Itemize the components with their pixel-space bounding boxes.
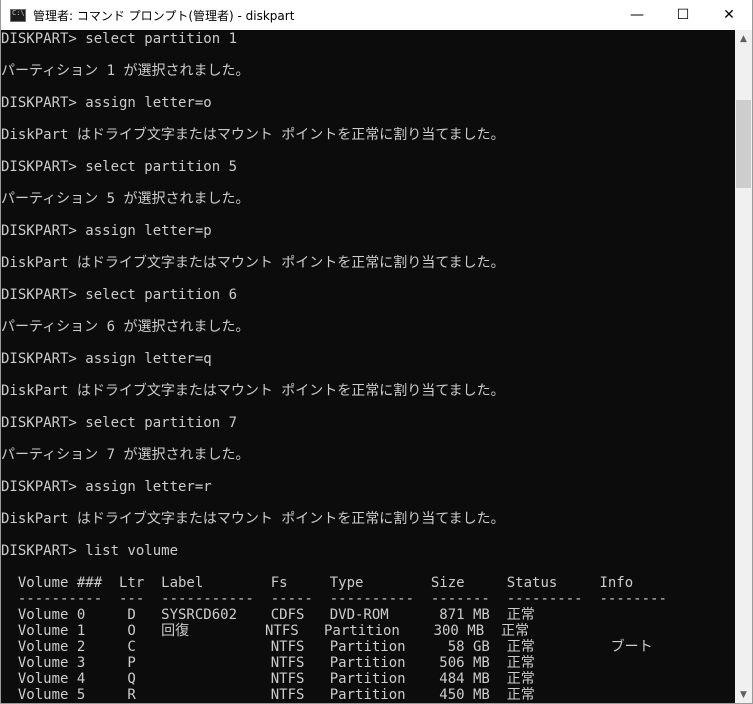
console-line: Volume 1 O 回復 NTFS Partition 300 MB 正常 (1, 623, 530, 639)
window-controls: — ☐ ✕ (614, 0, 752, 30)
console-line: Volume 2 C NTFS Partition 58 GB 正常 ブート (1, 639, 653, 655)
title-bar[interactable]: 管理者: コマンド プロンプト(管理者) - diskpart — ☐ ✕ (1, 0, 752, 30)
console-line: DiskPart はドライブ文字またはマウント ポイントを正常に割り当てました。 (1, 511, 505, 527)
console-line: DISKPART> assign letter=o (1, 95, 212, 111)
console-line: DISKPART> select partition 5 (1, 159, 238, 175)
console-line: DISKPART> select partition 1 (1, 31, 238, 47)
close-button[interactable]: ✕ (706, 0, 752, 30)
console-line: DISKPART> assign letter=q (1, 351, 212, 367)
console-line: Volume 5 R NTFS Partition 450 MB 正常 (1, 687, 535, 703)
console-line: Volume 4 Q NTFS Partition 484 MB 正常 (1, 671, 535, 687)
scroll-up-arrow-icon[interactable]: ▲ (735, 30, 752, 47)
console-line: DISKPART> assign letter=r (1, 479, 212, 495)
minimize-button[interactable]: — (614, 0, 660, 30)
console-line: Volume 3 P NTFS Partition 506 MB 正常 (1, 655, 535, 671)
window-title: 管理者: コマンド プロンプト(管理者) - diskpart (33, 8, 295, 23)
scroll-down-arrow-icon[interactable]: ▼ (735, 686, 752, 703)
console-line: DiskPart はドライブ文字またはマウント ポイントを正常に割り当てました。 (1, 127, 505, 143)
console-line: パーティション 6 が選択されました。 (1, 319, 250, 335)
console-window: 管理者: コマンド プロンプト(管理者) - diskpart — ☐ ✕ DI… (0, 0, 753, 704)
console-icon[interactable] (10, 8, 26, 22)
console-line: Volume ### Ltr Label Fs Type Size Status… (1, 575, 634, 591)
console-line: DISKPART> list volume (1, 543, 179, 559)
console-line: ---------- --- ----------- ----- -------… (1, 591, 667, 607)
console-line: DiskPart はドライブ文字またはマウント ポイントを正常に割り当てました。 (1, 255, 505, 271)
vertical-scrollbar[interactable]: ▲ ▼ (735, 30, 752, 703)
console-line: DISKPART> select partition 6 (1, 287, 238, 303)
console-line: DISKPART> select partition 7 (1, 415, 238, 431)
console-output[interactable]: DISKPART> select partition 1 パーティション 1 が選… (1, 30, 735, 703)
console-line: DISKPART> assign letter=p (1, 223, 212, 239)
scrollbar-thumb[interactable] (736, 100, 751, 188)
console-line: Volume 0 D SYSRCD602 CDFS DVD-ROM 871 MB… (1, 607, 535, 623)
console-line: パーティション 5 が選択されました。 (1, 191, 250, 207)
console-line: パーティション 7 が選択されました。 (1, 447, 250, 463)
maximize-button[interactable]: ☐ (660, 0, 706, 30)
console-line: パーティション 1 が選択されました。 (1, 63, 250, 79)
console-line: DiskPart はドライブ文字またはマウント ポイントを正常に割り当てました。 (1, 383, 505, 399)
